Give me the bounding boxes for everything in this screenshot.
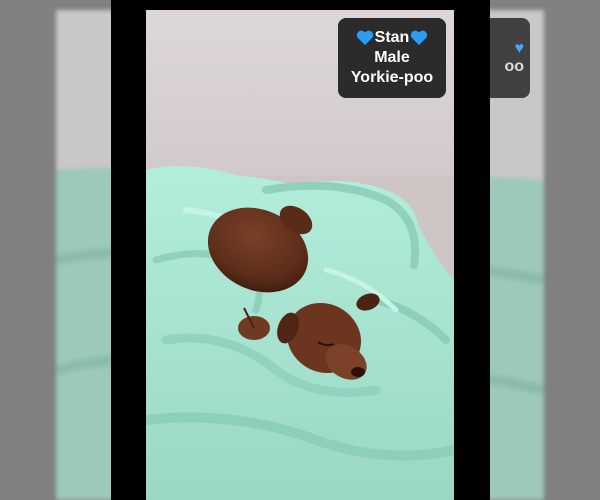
- right-frame-bar: [454, 0, 490, 500]
- puppy-sex: Male: [374, 49, 410, 66]
- top-frame-bar: [111, 0, 490, 10]
- left-frame-bar: [111, 0, 146, 500]
- puppy-name: Stan: [374, 29, 410, 46]
- blue-heart-icon: [356, 30, 374, 46]
- heart-icon: ♥: [514, 40, 525, 57]
- blurred-label-text: oo: [504, 58, 524, 75]
- name-line: Stan: [356, 28, 429, 48]
- puppy-breed: Yorkie-poo: [350, 69, 434, 86]
- blue-heart-icon: [410, 30, 428, 46]
- puppy-info-label: Stan Male Yorkie-poo: [338, 18, 446, 98]
